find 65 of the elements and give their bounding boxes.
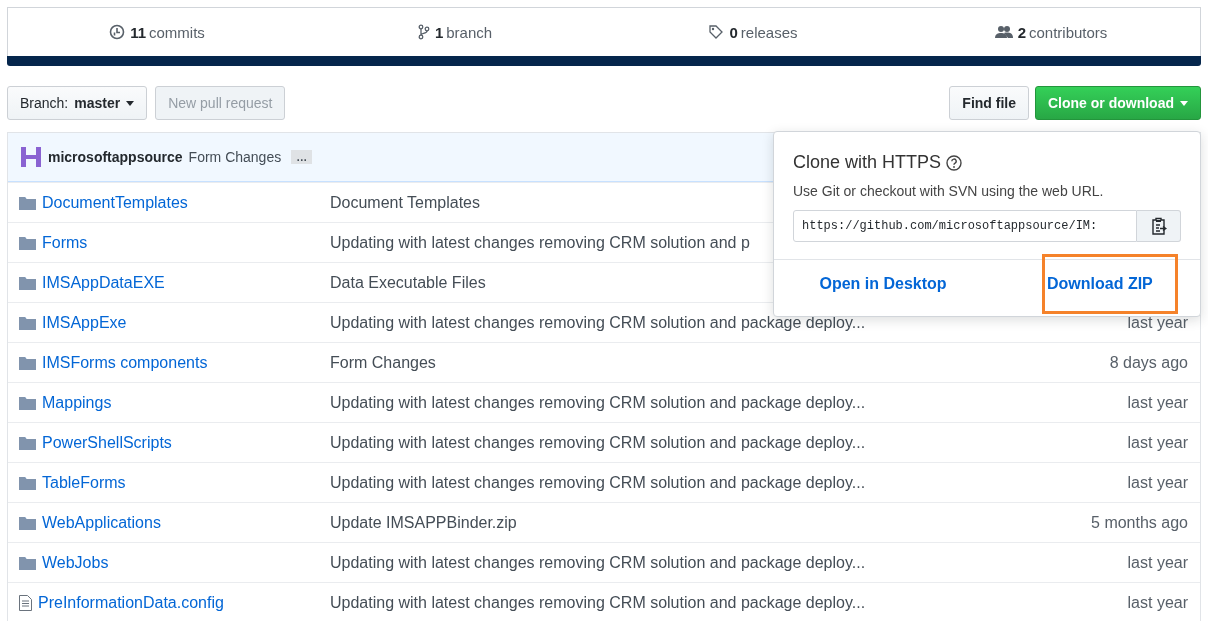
stat-link[interactable]: 1 branch <box>306 23 604 41</box>
folder-icon <box>19 315 36 330</box>
file-icon <box>19 594 32 611</box>
folder-icon <box>19 555 36 570</box>
commit-age: 5 months ago <box>1091 513 1188 531</box>
folder-link[interactable]: IMSAppDataEXE <box>42 273 165 292</box>
file-link[interactable]: PreInformationData.config <box>38 593 224 612</box>
folder-icon <box>19 195 36 210</box>
commit-message-link[interactable]: Updating with latest changes removing CRM solution and package deploy... <box>330 433 866 451</box>
commit-age: last year <box>1127 433 1188 451</box>
clipboard-icon <box>1150 217 1167 235</box>
branch-icon <box>417 24 430 40</box>
commit-message-link[interactable]: Data Executable Files <box>330 273 486 291</box>
stat-link[interactable]: 2 contributors <box>902 23 1200 41</box>
stat-link[interactable]: 0 releases <box>604 23 902 41</box>
copy-button[interactable] <box>1137 210 1181 242</box>
branch-button[interactable]: Branch: master <box>7 86 148 120</box>
commit-age: last year <box>1127 593 1188 611</box>
commit-message-link[interactable]: Updating with latest changes removing CRM solution and package deploy... <box>330 593 866 611</box>
history-icon <box>109 24 126 40</box>
caret-icon <box>1180 100 1188 106</box>
commit-age: last year <box>1127 393 1188 411</box>
folder-icon <box>19 275 36 290</box>
folder-link[interactable]: Forms <box>42 233 88 252</box>
folder-link[interactable]: TableForms <box>42 473 126 492</box>
help-icon <box>946 154 963 171</box>
commit-age: last year <box>1127 553 1188 571</box>
commit-message-link[interactable]: Form Changes <box>188 149 282 165</box>
folder-icon <box>19 475 36 490</box>
commit-message-link[interactable]: Update IMSAPPBinder.zip <box>330 513 517 531</box>
folder-link[interactable]: IMSForms components <box>42 353 208 372</box>
popup-action-link[interactable]: Download ZIP <box>1042 254 1178 314</box>
folder-link[interactable]: Mappings <box>42 393 112 412</box>
folder-link[interactable]: DocumentTemplates <box>42 193 188 212</box>
commit-message-link[interactable]: Document Templates <box>330 193 480 211</box>
folder-icon <box>19 435 36 450</box>
commit-age: 8 days ago <box>1109 353 1188 371</box>
url-field[interactable]: https://github.com/microsoftappsource/IM: <box>793 210 1137 242</box>
commit-age: last year <box>1127 313 1188 331</box>
commit-age: last year <box>1127 473 1188 491</box>
folder-link[interactable]: IMSAppExe <box>42 313 127 332</box>
folder-icon <box>19 355 36 370</box>
commit-message-link[interactable]: Updating with latest changes removing CRM solution and package deploy... <box>330 313 866 331</box>
commit-message-link[interactable]: Updating with latest changes removing CRM solution and p <box>330 233 750 251</box>
commit-message-link[interactable]: Updating with latest changes removing CRM solution and package deploy... <box>330 553 866 571</box>
tag-icon <box>708 24 725 40</box>
popup-action-link[interactable]: Open in Desktop <box>774 260 992 308</box>
folder-icon <box>19 235 36 250</box>
find-file-button[interactable]: Find file <box>949 86 1029 120</box>
folder-icon <box>19 515 36 530</box>
folder-icon <box>19 395 36 410</box>
caret-icon <box>126 100 135 106</box>
author-link[interactable]: microsoftappsource <box>48 149 183 165</box>
ellipsis-button[interactable]: … <box>291 150 313 164</box>
avatar-icon <box>20 146 42 168</box>
commit-message-link[interactable]: Form Changes <box>330 353 436 371</box>
folder-link[interactable]: WebJobs <box>42 553 109 572</box>
commit-message-link[interactable]: Updating with latest changes removing CRM solution and package deploy... <box>330 393 866 411</box>
stat-link[interactable]: 11 commits <box>8 23 306 41</box>
commit-message-link[interactable]: Updating with latest changes removing CRM solution and package deploy... <box>330 473 866 491</box>
folder-link[interactable]: PowerShellScripts <box>42 433 172 452</box>
folder-link[interactable]: WebApplications <box>42 513 161 532</box>
people-icon <box>994 24 1013 40</box>
popup-title: Clone with HTTPS <box>793 152 942 173</box>
popup-description: Use Git or checkout with SVN using the web URL. <box>792 182 1105 199</box>
